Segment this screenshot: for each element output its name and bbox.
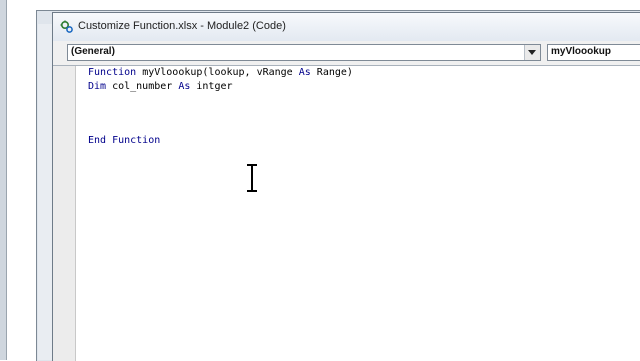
object-dropdown-value: (General): [71, 46, 115, 57]
code-line[interactable]: Dim col_number As intger: [88, 80, 233, 94]
code-window-titlebar[interactable]: Customize Function.xlsx - Module2 (Code): [53, 13, 640, 42]
procedure-dropdown-value: myVloookup: [551, 46, 612, 57]
background-window-edge-inner: [38, 24, 53, 360]
procedure-dropdown[interactable]: myVloookup: [547, 44, 640, 61]
code-pane[interactable]: Function myVloookup(lookup, vRange As Ra…: [76, 66, 640, 361]
code-line[interactable]: Function myVloookup(lookup, vRange As Ra…: [88, 66, 353, 80]
code-window: Customize Function.xlsx - Module2 (Code)…: [52, 12, 640, 361]
code-text: col_number: [106, 81, 179, 92]
code-line[interactable]: End Function: [88, 134, 160, 148]
text-ibeam-cursor-icon: [247, 164, 257, 192]
keyword: End Function: [88, 135, 161, 146]
object-dropdown-button[interactable]: [524, 45, 540, 60]
keyword: As: [298, 67, 311, 78]
code-text: Range): [310, 67, 353, 78]
code-text: myVloookup(lookup, vRange: [136, 67, 299, 78]
keyword: As: [178, 81, 191, 92]
object-dropdown[interactable]: (General): [67, 44, 541, 61]
window-title: Customize Function.xlsx - Module2 (Code): [78, 20, 286, 32]
code-text: intger: [190, 81, 233, 92]
keyword: Dim: [88, 81, 107, 92]
code-editor[interactable]: Function myVloookup(lookup, vRange As Ra…: [53, 66, 640, 361]
chevron-down-icon: [528, 50, 536, 55]
background-window-edge: [0, 0, 7, 360]
margin-indicator-bar[interactable]: [53, 66, 76, 361]
code-window-toolbar: (General) myVloookup: [53, 41, 640, 66]
keyword: Function: [88, 67, 137, 78]
vba-module-icon: [60, 20, 74, 34]
